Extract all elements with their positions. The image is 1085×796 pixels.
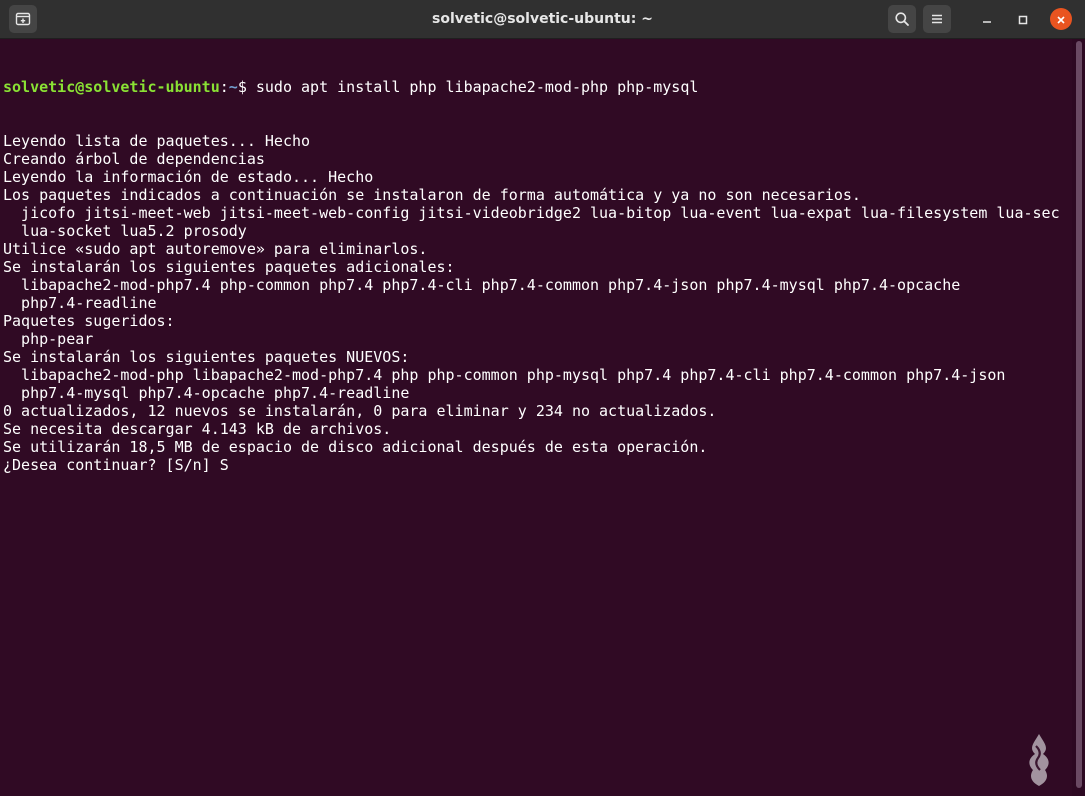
prompt-separator: :	[219, 78, 229, 96]
menu-button[interactable]	[923, 5, 951, 33]
new-tab-icon	[15, 11, 31, 27]
terminal-output-line: Utilice «sudo apt autoremove» para elimi…	[3, 240, 428, 258]
terminal-output-line: php7.4-mysql php7.4-opcache php7.4-readl…	[3, 384, 410, 402]
scrollbar-thumb[interactable]	[1076, 41, 1082, 788]
terminal-output-line: Los paquetes indicados a continuación se…	[3, 186, 861, 204]
terminal-output-line: Se instalarán los siguientes paquetes NU…	[3, 348, 410, 366]
terminal-text: solvetic@solvetic-ubuntu:~$ sudo apt ins…	[0, 39, 1072, 474]
terminal-output-line: Creando árbol de dependencias	[3, 150, 265, 168]
terminal-window: solvetic@solvetic-ubuntu: ~ solvetic@sol…	[0, 0, 1085, 796]
terminal-output-line: Se utilizarán 18,5 MB de espacio de disc…	[3, 438, 708, 456]
search-icon	[894, 11, 910, 27]
terminal-output-line: jicofo jitsi-meet-web jitsi-meet-web-con…	[3, 204, 1060, 222]
terminal-output-line: php7.4-readline	[3, 294, 157, 312]
search-button[interactable]	[888, 5, 916, 33]
terminal-output-line: ¿Desea continuar? [S/n] S	[3, 456, 229, 474]
terminal-output-line: Leyendo la información de estado... Hech…	[3, 168, 374, 186]
solvetic-logo	[1005, 730, 1073, 788]
hamburger-menu-icon	[929, 11, 945, 27]
scrollbar[interactable]	[1072, 39, 1085, 796]
close-button[interactable]	[1050, 8, 1072, 30]
prompt-command: sudo apt install php libapache2-mod-php …	[246, 78, 699, 96]
close-icon	[1056, 10, 1066, 29]
terminal-output-line: php-pear	[3, 330, 94, 348]
maximize-button[interactable]	[1012, 8, 1034, 30]
terminal-output-line: Se instalarán los siguientes paquetes ad…	[3, 258, 455, 276]
prompt-path: ~	[228, 78, 238, 96]
terminal-output-line: 0 actualizados, 12 nuevos se instalarán,…	[3, 402, 717, 420]
terminal-output-line: Leyendo lista de paquetes... Hecho	[3, 132, 311, 150]
minimize-button[interactable]	[976, 8, 998, 30]
maximize-icon	[1018, 10, 1028, 29]
prompt-line: solvetic@solvetic-ubuntu:~$ sudo apt ins…	[3, 78, 1072, 96]
title-bar[interactable]: solvetic@solvetic-ubuntu: ~	[0, 0, 1085, 39]
terminal-output-line: libapache2-mod-php libapache2-mod-php7.4…	[3, 366, 1006, 384]
terminal-output-line: libapache2-mod-php7.4 php-common php7.4 …	[3, 276, 961, 294]
prompt-symbol: $	[237, 78, 247, 96]
terminal-output-line: Paquetes sugeridos:	[3, 312, 175, 330]
prompt-user-host: solvetic@solvetic-ubuntu	[3, 78, 220, 96]
terminal-output-line: lua-socket lua5.2 prosody	[3, 222, 247, 240]
new-tab-button[interactable]	[9, 5, 37, 33]
minimize-icon	[982, 10, 992, 29]
terminal-output-area[interactable]: solvetic@solvetic-ubuntu:~$ sudo apt ins…	[0, 39, 1072, 796]
terminal-output-line: Se necesita descargar 4.143 kB de archiv…	[3, 420, 392, 438]
